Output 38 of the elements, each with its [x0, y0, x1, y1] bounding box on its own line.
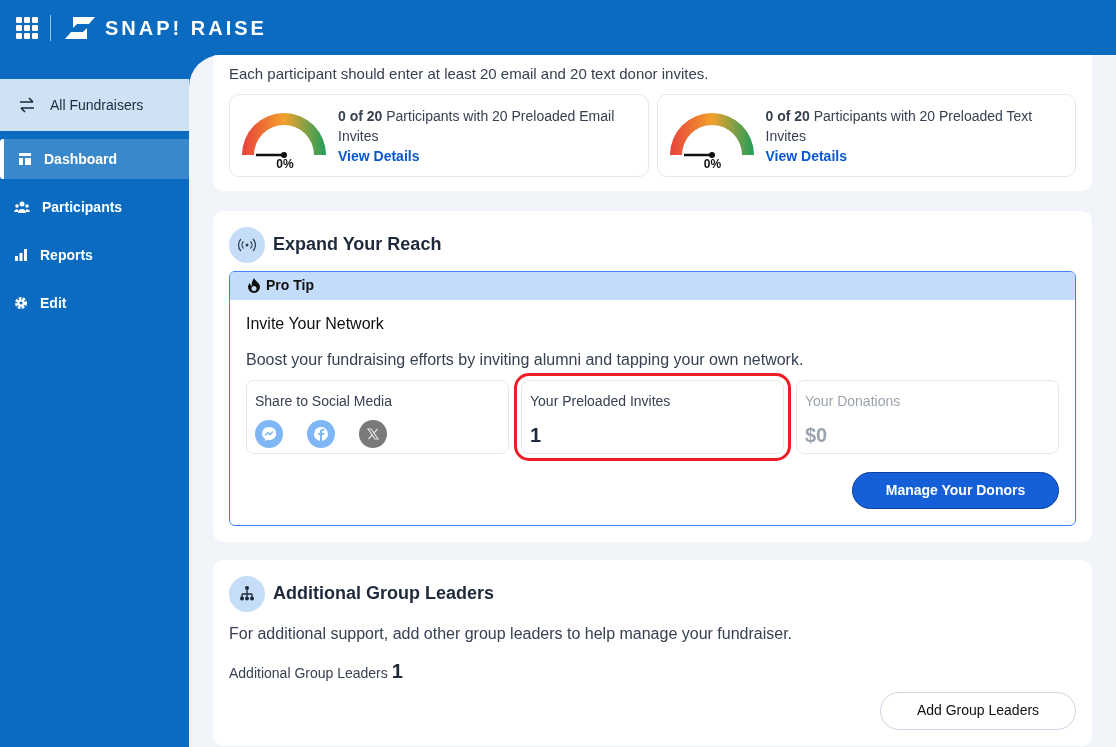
- logo-icon: [63, 14, 97, 41]
- card-title: Expand Your Reach: [273, 233, 442, 256]
- panel-value: 1: [530, 422, 543, 448]
- leaders-count: 1: [391, 658, 403, 684]
- gauge-reading: 0%: [276, 155, 294, 173]
- view-details-link[interactable]: View Details: [338, 145, 648, 167]
- gauge-reading: 0%: [703, 155, 722, 173]
- sidebar-item[interactable]: Reports: [0, 235, 189, 275]
- org-chart-icon: [229, 575, 265, 612]
- pro-tip-header: Pro Tip: [230, 271, 1075, 300]
- panel-label: Share to Social Media: [255, 391, 393, 411]
- settings-icon: [14, 296, 28, 310]
- tip-text: Boost your fundraising efforts by inviting alumni and tapping your own network.: [246, 349, 805, 370]
- x-icon[interactable]: [359, 419, 387, 448]
- panel-label: Your Donations: [805, 391, 902, 411]
- tip-title: Invite Your Network: [246, 313, 385, 334]
- panel-label: Your Preloaded Invites: [530, 391, 672, 411]
- app-grid-icon[interactable]: [16, 16, 38, 39]
- flame-icon: [248, 278, 260, 293]
- sidebar-item[interactable]: Edit: [0, 283, 189, 323]
- panel-value: $0: [805, 422, 829, 448]
- bar-chart-icon: [14, 248, 28, 262]
- dashboard-icon: [18, 152, 32, 166]
- brand-name: SNAP! RAISE: [105, 15, 267, 41]
- gauge-text: 0 of 20 Participants with 20 Preloaded Email Invites: [338, 106, 616, 146]
- card-title: Additional Group Leaders: [273, 582, 495, 605]
- manage-donors-button[interactable]: Manage Your Donors: [852, 471, 1059, 509]
- broadcast-icon: [229, 226, 265, 263]
- sidebar-item[interactable]: Dashboard: [0, 139, 189, 179]
- view-details-link[interactable]: View Details: [765, 145, 1075, 167]
- people-icon: [14, 200, 30, 214]
- all-fundraisers-button[interactable]: All Fundraisers: [0, 79, 189, 131]
- swap-icon: [18, 97, 36, 113]
- leaders-text: For additional support, add other group leaders to help manage your fundraiser.: [229, 623, 794, 644]
- sidebar-item[interactable]: Participants: [0, 187, 189, 227]
- gauge-text: 0 of 20 Participants with 20 Preloaded Text Invites: [765, 106, 1034, 146]
- invites-intro: Each participant should enter at least 20 email and 20 text donor invites.: [229, 64, 710, 84]
- leaders-count-label: Additional Group Leaders: [229, 663, 388, 683]
